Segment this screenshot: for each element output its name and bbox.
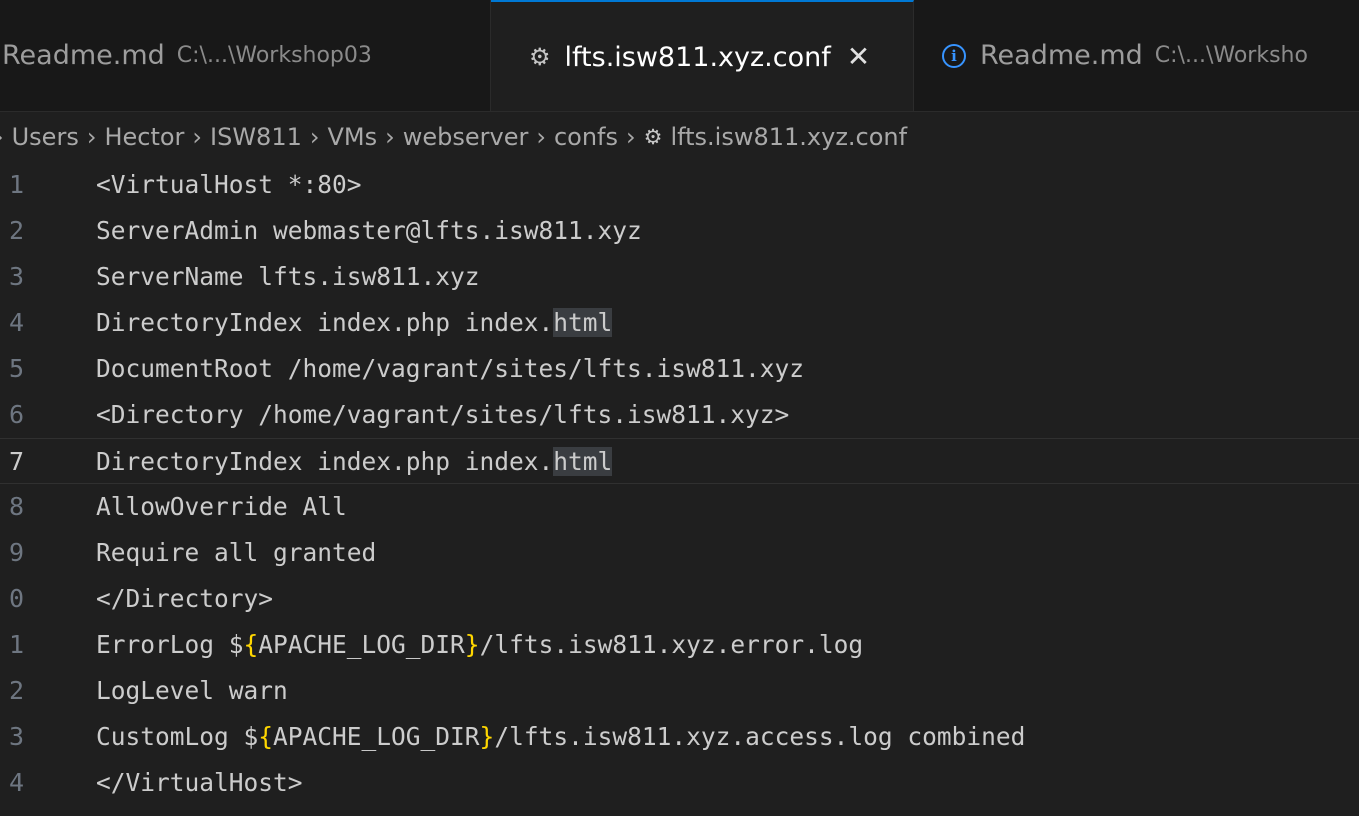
bracket-token: { [243,630,259,659]
code-token: LogLevel warn [96,676,288,705]
code-token: AllowOverride All [96,492,347,521]
close-icon[interactable]: ✕ [847,43,870,71]
code-text: <Directory /home/vagrant/sites/lfts.isw8… [96,392,789,438]
code-editor[interactable]: 1 <VirtualHost *:80> 2 ServerAdmin webmaste… [0,162,1359,816]
selection-highlight: html [553,447,613,476]
gear-icon: ⚙ [529,43,551,71]
code-token: CustomLog $ [96,722,259,751]
code-text: Require all granted [96,530,376,576]
code-text: ServerName lfts.isw811.xyz [96,254,480,300]
tab-readme-workshop03[interactable]: Readme.md C:\...\Workshop03 [0,0,491,111]
line-number: 1 [8,170,24,199]
code-line[interactable]: 1 ErrorLog ${APACHE_LOG_DIR}/lfts.isw811.… [0,622,1359,668]
tab-bar: Readme.md C:\...\Workshop03 ⚙ lfts.isw81… [0,0,1359,112]
line-number: 7 [8,447,24,476]
breadcrumb-item-file[interactable]: lfts.isw811.xyz.conf [670,123,907,151]
code-line[interactable]: 5 DocumentRoot /home/vagrant/sites/lfts.i… [0,346,1359,392]
line-number: 5 [8,354,24,383]
code-text: LogLevel warn [96,668,288,714]
code-token: DirectoryIndex index.php index. [96,308,554,337]
line-number: 3 [8,722,24,751]
breadcrumb-item-hector[interactable]: Hector [104,123,184,151]
code-token: ServerAdmin webmaster@lfts.isw811.xyz [96,216,642,245]
code-token: <Directory /home/vagrant/sites/lfts.isw8… [96,400,790,429]
breadcrumb-item-vms[interactable]: VMs [327,123,377,151]
code-line[interactable]: 0 </Directory> [0,576,1359,622]
line-number: 2 [8,216,24,245]
line-number: 8 [8,492,24,521]
bracket-token: { [258,722,274,751]
code-token: ServerName lfts.isw811.xyz [96,262,480,291]
code-line[interactable]: 2 LogLevel warn [0,668,1359,714]
code-token: /lfts.isw811.xyz.access.log combined [494,722,1026,751]
code-line[interactable]: 3 ServerName lfts.isw811.xyz [0,254,1359,300]
chevron-right-icon: › [626,123,636,151]
chevron-right-icon: › [385,123,395,151]
line-number: 4 [8,308,24,337]
tab-readme-workshop[interactable]: i Readme.md C:\...\Worksho [914,0,1359,111]
breadcrumb-item-confs[interactable]: confs [554,123,618,151]
tab-lfts-conf[interactable]: ⚙ lfts.isw811.xyz.conf ✕ [491,0,914,111]
info-icon: i [942,43,966,68]
chevron-right-icon: › [536,123,546,151]
code-line[interactable]: 3 CustomLog ${APACHE_LOG_DIR}/lfts.isw811… [0,714,1359,760]
chevron-right-icon: › [0,123,4,151]
bracket-token: } [479,722,495,751]
code-token: /lfts.isw811.xyz.error.log [479,630,864,659]
chevron-right-icon: › [309,123,320,151]
code-token: ErrorLog $ [96,630,244,659]
line-number: 2 [8,676,24,705]
code-line[interactable]: 7 DirectoryIndex index.php index.html [0,438,1359,484]
code-token: </Directory> [96,584,274,613]
tab-description: C:\...\Worksho [1154,43,1308,68]
code-token: DocumentRoot /home/vagrant/sites/lfts.is… [96,354,805,383]
code-token: Require all granted [96,538,377,567]
code-token: DirectoryIndex index.php index. [96,447,554,476]
tab-label: lfts.isw811.xyz.conf [564,41,831,73]
breadcrumb: › Users › Hector › ISW811 › VMs › webser… [0,112,1359,162]
code-line[interactable]: 6 <Directory /home/vagrant/sites/lfts.isw… [0,392,1359,438]
code-line[interactable]: 9 Require all granted [0,530,1359,576]
code-token: <VirtualHost *:80> [96,170,362,199]
code-text: DirectoryIndex index.php index.html [96,439,613,485]
code-text: </VirtualHost> [96,760,303,806]
gear-icon: ⚙ [643,124,663,149]
line-number: 4 [8,768,24,797]
code-line[interactable]: 8 AllowOverride All [0,484,1359,530]
code-token: </VirtualHost> [96,768,303,797]
code-line[interactable]: 2 ServerAdmin webmaster@lfts.isw811.xyz [0,208,1359,254]
tab-label: Readme.md [980,40,1143,71]
code-text: DirectoryIndex index.php index.html [96,300,613,346]
line-number: 6 [8,400,24,429]
tab-label: Readme.md [2,40,165,71]
tab-description: C:\...\Workshop03 [176,43,372,68]
breadcrumb-item-webserver[interactable]: webserver [403,123,529,151]
code-text: AllowOverride All [96,484,347,530]
line-number: 3 [8,262,24,291]
line-number: 9 [8,538,24,567]
code-token: APACHE_LOG_DIR [273,722,480,751]
selection-highlight: html [553,308,613,337]
code-text: ServerAdmin webmaster@lfts.isw811.xyz [96,208,642,254]
bracket-token: } [464,630,480,659]
line-number: 0 [8,584,24,613]
code-line[interactable]: 4 DirectoryIndex index.php index.html [0,300,1359,346]
code-text: CustomLog ${APACHE_LOG_DIR}/lfts.isw811.… [96,714,1025,760]
code-line[interactable]: 1 <VirtualHost *:80> [0,162,1359,208]
chevron-right-icon: › [192,123,203,151]
code-token: APACHE_LOG_DIR [258,630,465,659]
code-text: </Directory> [96,576,273,622]
code-line[interactable]: 4 </VirtualHost> [0,760,1359,806]
chevron-right-icon: › [86,123,97,151]
code-text: <VirtualHost *:80> [96,162,362,208]
breadcrumb-item-isw811[interactable]: ISW811 [210,123,302,151]
breadcrumb-item-users[interactable]: Users [12,123,79,151]
code-text: ErrorLog ${APACHE_LOG_DIR}/lfts.isw811.x… [96,622,863,668]
code-text: DocumentRoot /home/vagrant/sites/lfts.is… [96,346,804,392]
line-number: 1 [8,630,24,659]
